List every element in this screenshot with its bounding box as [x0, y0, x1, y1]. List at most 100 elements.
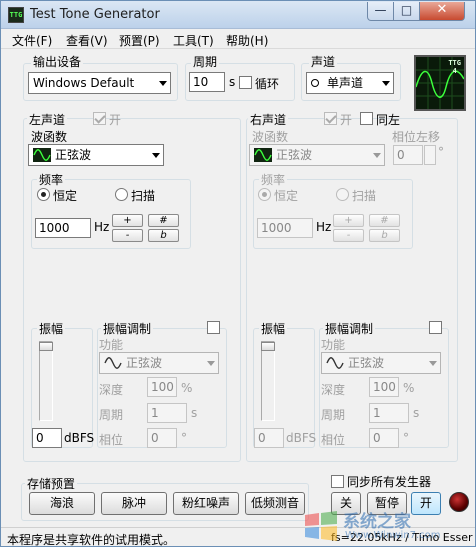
right-phase-unit: °	[403, 431, 409, 445]
right-function-value: 正弦波	[348, 356, 385, 370]
left-depth-input[interactable]: 100	[147, 377, 177, 397]
loop-label: 循环	[255, 77, 280, 91]
preset-low-freq-button[interactable]: 低频测音	[245, 492, 305, 515]
left-function-select[interactable]: 正弦波	[99, 352, 219, 374]
left-constant-radio[interactable]	[37, 188, 50, 201]
right-waveform-label: 波函数	[252, 130, 289, 144]
preset-pink-noise-button[interactable]: 粉红噪声	[173, 492, 239, 515]
sync-all-label: 同步所有发生器	[347, 475, 432, 489]
loop-checkbox[interactable]	[239, 76, 252, 89]
left-phase-input[interactable]: 0	[147, 428, 177, 448]
right-sweep-radio[interactable]	[336, 188, 349, 201]
sine-wave-icon	[33, 148, 51, 162]
right-phase-shift-input[interactable]: 0	[393, 145, 423, 165]
right-sync-left-checkbox[interactable]	[360, 112, 373, 125]
off-button[interactable]: 关	[331, 492, 361, 515]
sync-all-checkbox[interactable]	[331, 475, 344, 488]
left-period-input[interactable]: 1	[147, 403, 187, 423]
right-frequency-unit: Hz	[316, 220, 332, 234]
on-button[interactable]: 开	[411, 492, 441, 515]
right-enable-checkbox[interactable]	[324, 112, 337, 125]
right-depth-label: 深度	[321, 383, 346, 397]
right-phase-label: 相位	[321, 433, 346, 447]
menu-view[interactable]: 查看(V)	[66, 32, 108, 49]
right-amplitude-slider[interactable]	[261, 342, 275, 351]
left-flat-button[interactable]: b	[148, 229, 179, 242]
right-frequency-input[interactable]: 1000	[257, 218, 313, 238]
right-phase-shift-spinner[interactable]	[424, 145, 436, 165]
maximize-button[interactable]: □	[393, 2, 420, 21]
left-waveform-select[interactable]: 正弦波	[28, 144, 164, 166]
right-function-select[interactable]: 正弦波	[321, 352, 441, 374]
left-amplitude-slider[interactable]	[39, 342, 53, 351]
right-period-label: 周期	[321, 408, 346, 422]
menu-help[interactable]: 帮助(H)	[226, 32, 268, 49]
right-constant-radio[interactable]	[258, 188, 271, 201]
chevron-down-icon	[373, 153, 381, 158]
right-waveform-value: 正弦波	[276, 148, 313, 162]
chevron-down-icon	[152, 153, 160, 158]
status-indicator-icon	[449, 492, 469, 512]
sine-wave-icon	[254, 148, 272, 162]
right-waveform-select[interactable]: 正弦波	[249, 144, 385, 166]
left-frequency-unit: Hz	[94, 220, 110, 234]
output-device-select[interactable]: Windows Default	[28, 72, 171, 94]
right-amplitude-label: 振幅	[259, 320, 288, 337]
close-button[interactable]: ✕	[419, 2, 465, 21]
chevron-down-icon	[382, 81, 390, 86]
menu-bar: 文件(F) 查看(V) 预置(P) 工具(T) 帮助(H)	[1, 29, 475, 49]
period-unit: s	[229, 75, 236, 89]
right-amplitude-input[interactable]: 0	[254, 428, 284, 448]
output-device-label: 输出设备	[31, 53, 84, 70]
title-bar[interactable]: TTG Test Tone Generator — □ ✕	[1, 1, 475, 29]
right-freq-plus-button[interactable]: +	[333, 214, 364, 227]
left-amplitude-input[interactable]: 0	[32, 428, 62, 448]
output-device-value: Windows Default	[33, 76, 135, 90]
right-period-input[interactable]: 1	[369, 403, 409, 423]
left-depth-unit: %	[181, 381, 193, 395]
right-amplitude-unit: dBFS	[286, 431, 317, 445]
right-modulation-checkbox[interactable]	[429, 321, 442, 334]
channel-label: 声道	[309, 53, 338, 70]
ttg-logo: TTG 4	[414, 55, 466, 111]
app-window: TTG Test Tone Generator — □ ✕ 文件(F) 查看(V…	[0, 0, 476, 547]
right-amplitude-track[interactable]	[261, 341, 275, 421]
period-input[interactable]: 10	[189, 72, 225, 92]
left-amplitude-track[interactable]	[39, 341, 53, 421]
left-sweep-radio[interactable]	[115, 188, 128, 201]
right-sharp-button[interactable]: #	[369, 214, 400, 227]
left-freq-minus-button[interactable]: -	[112, 229, 143, 242]
chevron-down-icon	[429, 361, 437, 366]
right-enable-label: 开	[340, 113, 353, 127]
left-phase-label: 相位	[99, 433, 124, 447]
menu-tools[interactable]: 工具(T)	[173, 32, 214, 49]
chevron-down-icon	[207, 361, 215, 366]
right-channel-title: 右声道	[248, 111, 289, 128]
menu-file[interactable]: 文件(F)	[12, 32, 52, 49]
minimize-button[interactable]: —	[367, 2, 394, 21]
sample-rate-text: fs=22.05kHz / Timo Esser	[331, 531, 473, 544]
right-depth-input[interactable]: 100	[369, 377, 399, 397]
pause-button[interactable]: 暂停	[367, 492, 407, 515]
left-frequency-input[interactable]: 1000	[35, 218, 91, 238]
left-sweep-label: 扫描	[131, 189, 156, 203]
left-modulation-checkbox[interactable]	[207, 321, 220, 334]
menu-presets[interactable]: 预置(P)	[119, 32, 160, 49]
left-freq-plus-button[interactable]: +	[112, 214, 143, 227]
left-enable-label: 开	[109, 113, 122, 127]
channel-select[interactable]: 单声道	[306, 72, 394, 94]
left-waveform-label: 波函数	[31, 130, 68, 144]
preset-pulse-button[interactable]: 脉冲	[101, 492, 167, 515]
right-freq-minus-button[interactable]: -	[333, 229, 364, 242]
period-label: 周期	[191, 53, 220, 70]
right-phase-input[interactable]: 0	[369, 428, 399, 448]
status-text: 本程序是共享软件的试用模式。	[7, 533, 176, 547]
left-sharp-button[interactable]: #	[148, 214, 179, 227]
sine-wave-icon	[104, 357, 122, 369]
right-flat-button[interactable]: b	[369, 229, 400, 242]
right-depth-unit: %	[403, 381, 415, 395]
left-enable-checkbox[interactable]	[93, 112, 106, 125]
preset-waves-button[interactable]: 海浪	[29, 492, 95, 515]
right-period-unit: s	[413, 406, 420, 420]
channel-value: 单声道	[327, 76, 364, 90]
